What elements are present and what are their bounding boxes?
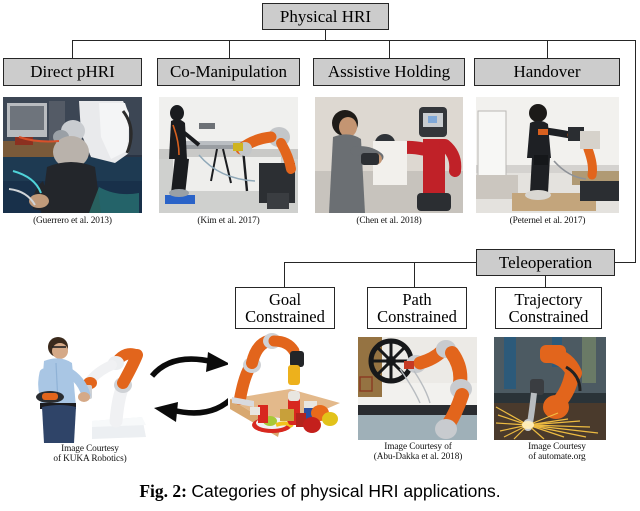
connector-drop-co-manipulation	[229, 40, 231, 58]
node-physical-hri-label: Physical HRI	[279, 6, 372, 26]
photo-assistive-holding	[315, 97, 463, 213]
caption-handover-text: (Peternel et al. 2017)	[509, 216, 586, 226]
connector-level2-bus	[284, 262, 476, 264]
caption-trajectory-constrained: Image Courtesy of automate.org	[492, 442, 622, 463]
connector-drop-path	[414, 262, 416, 287]
node-trajectory-constrained-line2: Constrained	[508, 307, 589, 326]
photo-co-manipulation	[159, 97, 298, 213]
node-assistive-holding[interactable]: Assistive Holding	[313, 58, 465, 86]
node-trajectory-constrained[interactable]: Trajectory Constrained	[495, 287, 602, 329]
connector-drop-direct-phri	[72, 40, 74, 58]
node-co-manipulation[interactable]: Co-Manipulation	[157, 58, 300, 86]
figure-caption: Fig. 2: Categories of physical HRI appli…	[0, 481, 640, 502]
caption-path-line1: Image Courtesy of	[384, 442, 452, 452]
caption-trajectory-line1: Image Courtesy	[528, 442, 586, 452]
connector-drop-handover	[547, 40, 549, 58]
caption-trajectory-line2: of automate.org	[528, 452, 586, 463]
connector-drop-trajectory	[545, 276, 547, 287]
connector-level1-bus	[72, 40, 547, 42]
caption-kuka-demo: Image Courtesy of KUKA Robotics)	[18, 444, 162, 465]
caption-co-manipulation: (Kim et al. 2017)	[159, 216, 298, 226]
node-teleoperation-label: Teleoperation	[498, 252, 593, 272]
node-co-manipulation-label: Co-Manipulation	[169, 62, 288, 82]
connector-root-stem	[325, 30, 327, 40]
node-direct-phri[interactable]: Direct pHRI	[3, 58, 142, 86]
connector-teleop-entry	[615, 262, 636, 264]
node-handover[interactable]: Handover	[474, 58, 620, 86]
caption-assistive-holding: (Chen et al. 2018)	[315, 216, 463, 226]
connector-drop-assistive-holding	[389, 40, 391, 58]
connector-drop-goal	[284, 262, 286, 287]
caption-assistive-holding-text: (Chen et al. 2018)	[356, 216, 422, 226]
node-teleoperation[interactable]: Teleoperation	[476, 249, 615, 276]
figure-physical-hri-taxonomy: Physical HRI Direct pHRI Co-Manipulation…	[0, 0, 640, 511]
node-goal-constrained-line1: Goal	[268, 289, 302, 309]
connector-teleop-right-rail	[635, 40, 637, 263]
node-assistive-holding-label: Assistive Holding	[327, 62, 451, 82]
caption-kuka-line2: of KUKA Robotics)	[53, 454, 127, 465]
node-path-constrained-line2: Constrained	[377, 307, 457, 326]
caption-path-constrained: Image Courtesy of (Abu-Dakka et al. 2018…	[348, 442, 488, 463]
caption-path-line2: (Abu-Dakka et al. 2018)	[373, 452, 463, 463]
connector-teleop-top-rail	[547, 40, 636, 42]
node-path-constrained[interactable]: Path Constrained	[367, 287, 467, 329]
node-goal-constrained-line2: Constrained	[245, 307, 325, 326]
photo-trajectory-constrained	[494, 337, 606, 440]
node-goal-constrained[interactable]: Goal Constrained	[235, 287, 335, 329]
node-trajectory-constrained-line1: Trajectory	[514, 289, 583, 309]
caption-direct-phri-text: (Guerrero et al. 2013)	[33, 216, 112, 226]
caption-direct-phri: (Guerrero et al. 2013)	[3, 216, 142, 226]
node-physical-hri[interactable]: Physical HRI	[262, 3, 389, 30]
photo-handover	[476, 97, 619, 213]
node-direct-phri-label: Direct pHRI	[30, 62, 115, 82]
node-path-constrained-line1: Path	[402, 289, 432, 309]
caption-kuka-line1: Image Courtesy	[61, 444, 119, 454]
caption-co-manipulation-text: (Kim et al. 2017)	[197, 216, 260, 226]
photo-direct-phri	[3, 97, 142, 213]
photo-kuka-demo	[30, 333, 150, 443]
node-handover-label: Handover	[513, 62, 581, 82]
caption-handover: (Peternel et al. 2017)	[476, 216, 619, 226]
photo-goal-constrained	[228, 333, 346, 445]
photo-path-constrained	[358, 337, 477, 440]
figure-caption-text: Categories of physical HRI applications.	[191, 481, 501, 501]
figure-caption-label: Fig. 2:	[139, 481, 187, 501]
